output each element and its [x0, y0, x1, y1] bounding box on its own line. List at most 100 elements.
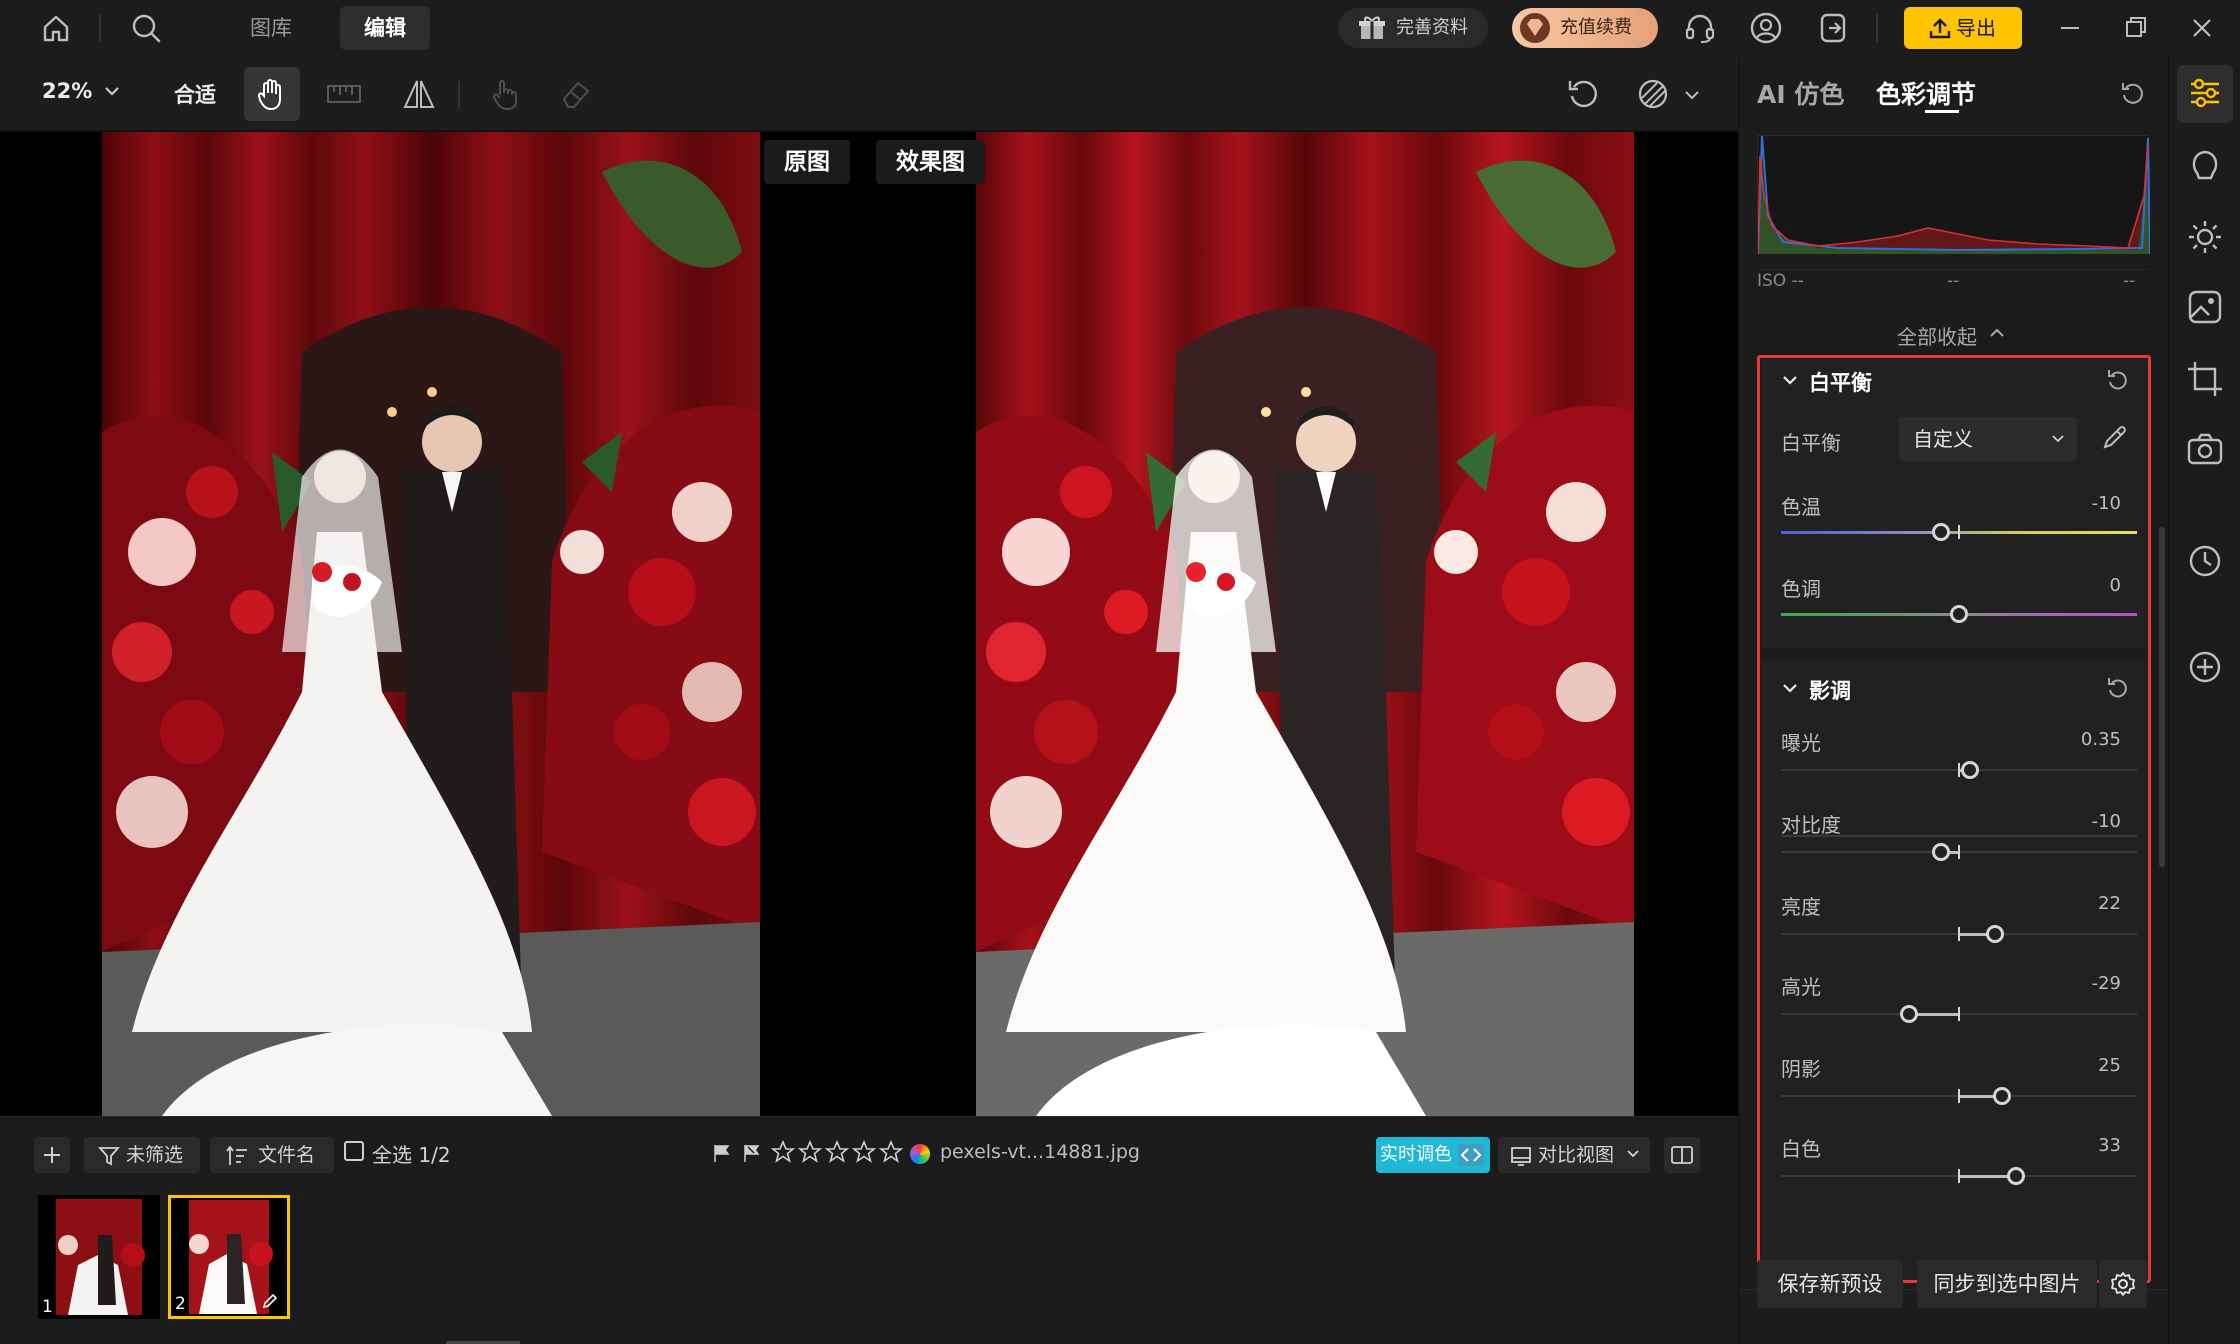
edit-toolbar: 22% 合适	[0, 57, 1738, 131]
restore-window-icon[interactable]	[2118, 10, 2154, 46]
reset-all-icon[interactable]	[2119, 79, 2147, 107]
tab-edit[interactable]: 编辑	[340, 6, 430, 50]
add-tool-icon[interactable]	[2185, 647, 2225, 687]
crop-tool-icon[interactable]	[2185, 359, 2225, 399]
reset-icon[interactable]	[2105, 675, 2131, 701]
compare-view-icon	[1510, 1145, 1532, 1167]
chevron-up-icon	[1989, 327, 2005, 339]
exposure-knob[interactable]	[1960, 761, 1979, 779]
adjust-panel: AI 仿色 色彩调节 ISO -- -- -- 全部收起 白平衡 白平衡 自定义…	[1738, 57, 2169, 1344]
eraser-tool-button[interactable]	[548, 67, 604, 121]
thumbnail-number: 1	[42, 1297, 53, 1317]
image-canvas[interactable]: 原图 效果图	[0, 132, 1738, 1116]
brightness-value: 22	[2098, 893, 2121, 914]
brightness-tool-icon[interactable]	[2185, 217, 2225, 257]
effect-label: 效果图	[876, 140, 985, 184]
add-button[interactable]	[34, 1137, 70, 1173]
slider-center-tick	[1958, 763, 1960, 777]
tab-ai-color-match[interactable]: AI 仿色	[1757, 75, 1844, 111]
hand-tool-button[interactable]	[244, 67, 300, 121]
exposure-value: 0.35	[2080, 729, 2121, 750]
fit-button[interactable]: 合适	[174, 79, 216, 109]
tint-knob[interactable]	[1950, 605, 1968, 623]
color-label-icon[interactable]	[910, 1144, 930, 1164]
compare-view-dropdown[interactable]: 对比视图	[1498, 1137, 1650, 1173]
divider	[1757, 269, 2149, 270]
plus-icon	[42, 1145, 62, 1165]
color-temp-knob[interactable]	[1932, 523, 1951, 541]
effect-photo	[976, 132, 1634, 1116]
reset-view-button[interactable]	[1554, 67, 1610, 121]
logout-icon[interactable]	[1815, 10, 1851, 46]
select-all-checkbox[interactable]	[344, 1141, 364, 1161]
close-icon[interactable]	[2184, 10, 2220, 46]
thumbnail-1[interactable]: 1	[38, 1195, 160, 1319]
slider-center-tick	[1958, 927, 1960, 941]
tint-value: 0	[2109, 575, 2121, 596]
white-balance-mode-value: 自定义	[1913, 427, 1973, 451]
color-adjust-tool-active[interactable]	[2177, 65, 2233, 123]
camera-tool-icon[interactable]	[2185, 429, 2225, 469]
flip-icon	[402, 77, 436, 111]
minimize-icon[interactable]	[2052, 10, 2088, 46]
home-icon[interactable]	[38, 10, 74, 46]
filter-label: 未筛选	[126, 1144, 184, 1166]
sort-button[interactable]: 文件名	[210, 1137, 334, 1173]
gear-icon	[2110, 1271, 2136, 1297]
overlay-mode-dropdown[interactable]	[1628, 67, 1708, 121]
slider-center-tick	[1958, 845, 1960, 859]
headset-icon[interactable]	[1682, 10, 1718, 46]
sync-to-selected-button[interactable]: 同步到选中图片	[1917, 1260, 2097, 1308]
eyedropper-icon[interactable]	[2101, 423, 2129, 451]
highlights-value: -29	[2091, 973, 2121, 994]
shadows-knob[interactable]	[1992, 1087, 2011, 1105]
thumbnail-number: 2	[175, 1294, 186, 1314]
sliders-icon	[2185, 75, 2225, 111]
zoom-dropdown[interactable]: 22%	[42, 79, 119, 103]
complete-profile-button[interactable]: 完善资料	[1338, 8, 1488, 48]
flip-button[interactable]	[390, 67, 446, 121]
highlights-label: 高光	[1781, 975, 1821, 999]
chevron-down-icon[interactable]	[1781, 681, 1799, 695]
brightness-knob[interactable]	[1985, 925, 2004, 943]
realtime-color-label: 实时调色	[1380, 1144, 1452, 1165]
star-rating[interactable]	[770, 1139, 906, 1165]
tab-color-adjust[interactable]: 色彩调节	[1876, 75, 1976, 111]
flag-icon[interactable]	[712, 1143, 732, 1163]
portrait-tool-icon[interactable]	[2185, 145, 2225, 185]
top-bar: 图库 编辑 完善资料 充值续费 导出	[0, 0, 2240, 57]
user-icon[interactable]	[1748, 10, 1784, 46]
export-button[interactable]: 导出	[1904, 7, 2022, 49]
panel-scrollbar[interactable]	[2159, 527, 2165, 867]
save-preset-button[interactable]: 保存新预设	[1757, 1260, 1903, 1308]
filter-button[interactable]: 未筛选	[84, 1137, 200, 1173]
complete-profile-label: 完善资料	[1396, 17, 1468, 38]
history-icon[interactable]	[2185, 541, 2225, 581]
chevron-down-icon[interactable]	[1781, 373, 1799, 387]
reject-flag-icon[interactable]	[742, 1143, 762, 1163]
white-balance-mode-label: 白平衡	[1781, 431, 1841, 455]
divider	[99, 14, 101, 42]
touch-tool-button[interactable]	[476, 67, 532, 121]
white-balance-mode-select[interactable]: 自定义	[1899, 417, 2077, 461]
image-adjust-tool-icon[interactable]	[2185, 287, 2225, 327]
thumbnail-2-selected[interactable]: 2	[168, 1195, 290, 1319]
reset-icon[interactable]	[2105, 367, 2131, 393]
tab-library[interactable]: 图库	[226, 6, 316, 50]
gem-icon	[1518, 12, 1552, 44]
renew-button[interactable]: 充值续费	[1512, 8, 1658, 48]
split-view-button[interactable]	[1664, 1137, 1700, 1173]
highlights-knob[interactable]	[1900, 1005, 1919, 1023]
overlay-icon	[1636, 77, 1672, 111]
eraser-icon	[560, 79, 592, 109]
color-temp-value: -10	[2091, 493, 2121, 514]
divider	[1876, 14, 1878, 42]
iso-label: ISO --	[1757, 271, 1804, 291]
realtime-color-button[interactable]: 实时调色	[1376, 1137, 1490, 1173]
whites-knob[interactable]	[2006, 1167, 2025, 1185]
search-icon[interactable]	[128, 10, 164, 46]
sync-settings-button[interactable]	[2099, 1260, 2147, 1308]
ruler-tool-button[interactable]	[316, 67, 372, 121]
collapse-all-button[interactable]: 全部收起	[1897, 321, 2004, 350]
contrast-knob[interactable]	[1932, 843, 1951, 861]
